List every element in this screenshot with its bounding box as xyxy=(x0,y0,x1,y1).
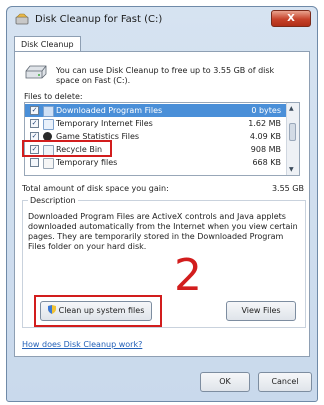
recycle-bin-highlight xyxy=(22,140,112,157)
list-item[interactable]: ✓ Temporary Internet Files 1.62 MB xyxy=(25,117,287,130)
scroll-up-icon[interactable]: ▲ xyxy=(289,105,294,112)
title-bar[interactable]: Disk Cleanup for Fast (C:) X xyxy=(7,7,317,33)
close-button[interactable]: X xyxy=(271,10,311,27)
files-to-delete-label: Files to delete: xyxy=(24,92,83,101)
clean-system-highlight xyxy=(34,295,162,327)
file-icon xyxy=(43,106,54,117)
total-gain-value: 3.55 GB xyxy=(271,184,304,193)
list-scrollbar[interactable]: ▲ ▼ xyxy=(286,103,299,175)
file-size: 1.62 MB xyxy=(248,119,281,128)
file-icon xyxy=(43,158,54,169)
annotation-number: 2 xyxy=(174,250,202,301)
file-list[interactable]: ✓ Downloaded Program Files 0 bytes ✓ Tem… xyxy=(24,102,300,176)
window-title: Disk Cleanup for Fast (C:) xyxy=(35,14,163,25)
file-size: 4.09 KB xyxy=(249,132,281,141)
list-item[interactable]: ✓ Downloaded Program Files 0 bytes xyxy=(25,104,287,117)
checkbox[interactable]: ✓ xyxy=(30,119,39,128)
description-legend: Description xyxy=(28,196,78,205)
checkbox[interactable] xyxy=(30,158,39,167)
total-gain-label: Total amount of disk space you gain: xyxy=(22,184,169,193)
help-link[interactable]: How does Disk Cleanup work? xyxy=(22,340,142,349)
scroll-thumb[interactable] xyxy=(289,123,296,141)
file-name: Temporary Internet Files xyxy=(56,119,153,128)
cancel-button[interactable]: Cancel xyxy=(258,372,312,392)
file-size: 908 MB xyxy=(250,145,281,154)
file-size: 668 KB xyxy=(252,158,281,167)
view-files-button[interactable]: View Files xyxy=(226,301,296,321)
scroll-down-icon[interactable]: ▼ xyxy=(289,166,294,173)
file-size: 0 bytes xyxy=(251,106,281,115)
description-text: Downloaded Program Files are ActiveX con… xyxy=(28,212,298,251)
disk-cleanup-icon xyxy=(15,13,29,25)
file-name: Downloaded Program Files xyxy=(56,106,163,115)
intro-text: You can use Disk Cleanup to free up to 3… xyxy=(56,66,275,85)
file-icon xyxy=(43,119,54,130)
tab-disk-cleanup[interactable]: Disk Cleanup xyxy=(14,36,81,52)
tab-strip: Disk Cleanup xyxy=(14,36,310,52)
list-item[interactable]: Temporary files 668 KB xyxy=(25,156,287,169)
ok-button[interactable]: OK xyxy=(200,372,250,392)
hard-drive-icon xyxy=(25,65,47,79)
file-name: Temporary files xyxy=(56,158,118,167)
checkbox[interactable]: ✓ xyxy=(30,106,39,115)
